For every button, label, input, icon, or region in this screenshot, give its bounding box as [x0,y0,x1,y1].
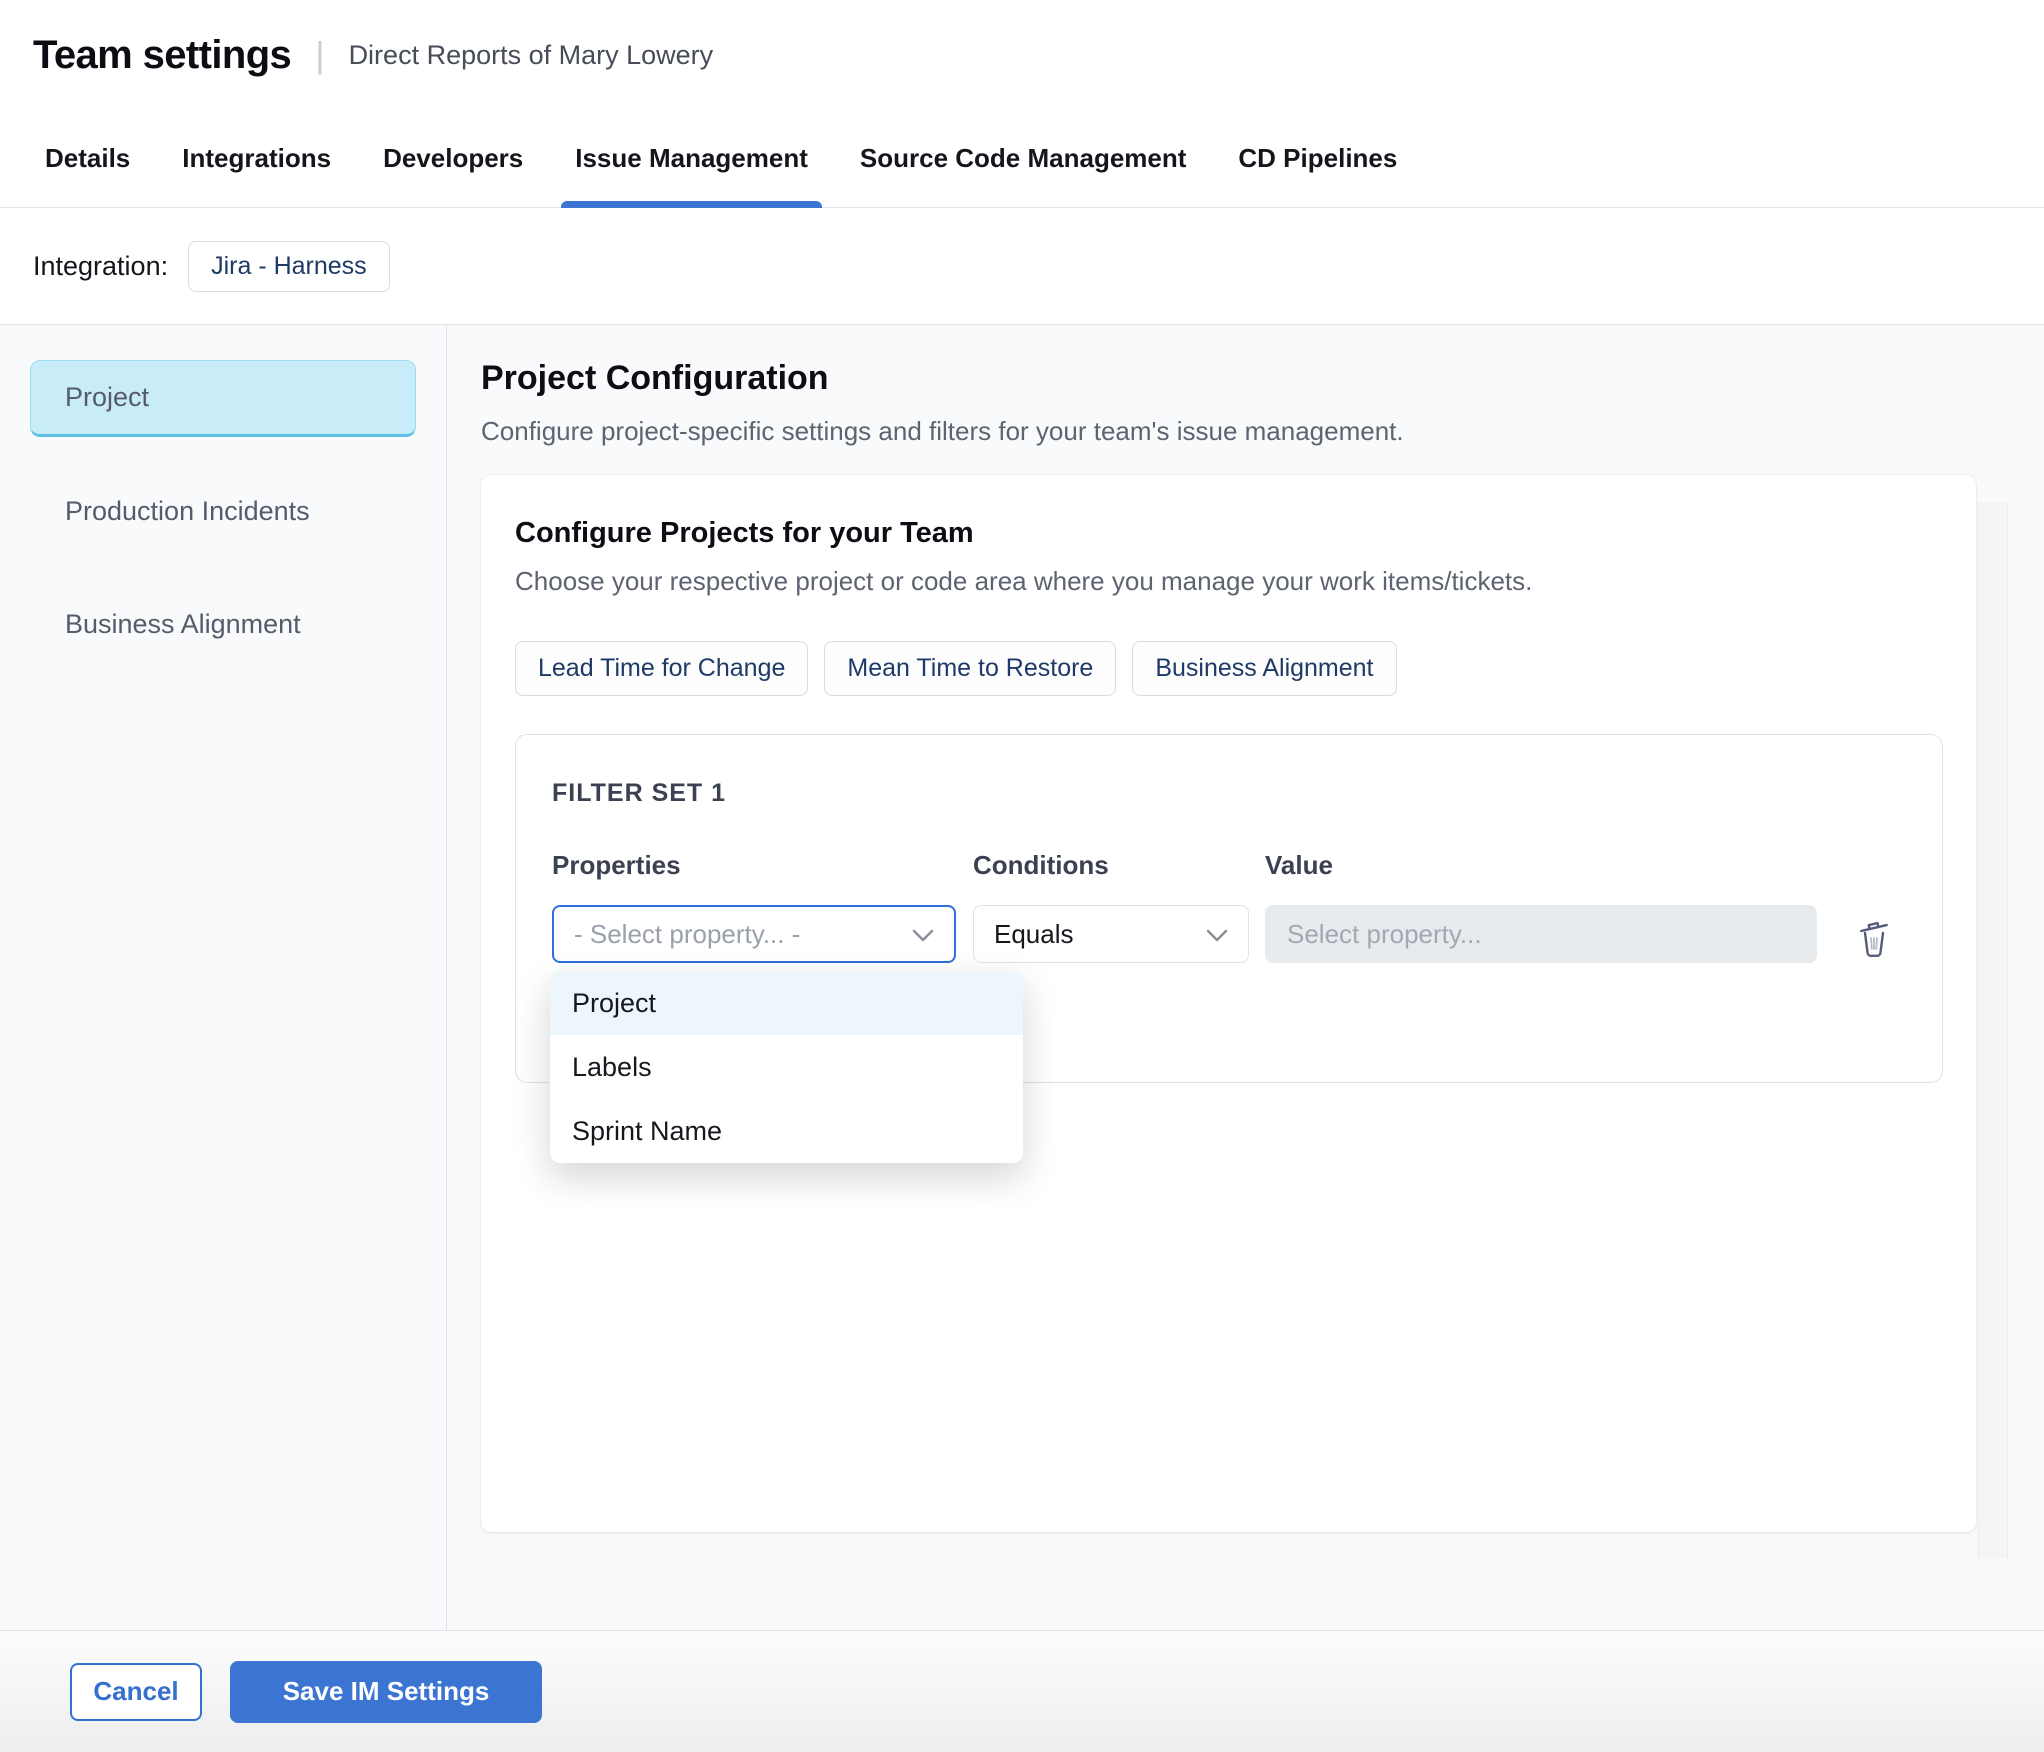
page-title: Team settings [33,32,292,77]
save-im-settings-button[interactable]: Save IM Settings [230,1660,542,1723]
main-panel: Project Configuration Configure project-… [447,325,2044,1630]
properties-dropdown: Project Labels Sprint Name [550,971,1023,1163]
page-subtitle: Direct Reports of Mary Lowery [348,39,714,70]
page-header: Team settings | Direct Reports of Mary L… [0,0,2044,110]
sidebar-item-business-alignment[interactable]: Business Alignment [30,586,416,663]
delete-filter-button[interactable] [1851,913,1897,968]
properties-column-label: Properties [552,850,681,880]
card-description: Choose your respective project or code a… [515,566,1533,596]
dropdown-option-project[interactable]: Project [550,971,1023,1035]
filter-set-title: FILTER SET 1 [552,779,727,807]
dropdown-option-labels[interactable]: Labels [550,1035,1023,1099]
filter-row: Properties - Select property... - Projec… [550,850,1906,1163]
properties-field: Properties - Select property... - Projec… [550,850,1023,1163]
dropdown-option-sprint-name[interactable]: Sprint Name [550,1099,1023,1163]
metric-chip-group: Lead Time for Change Mean Time to Restor… [515,641,1942,696]
configure-projects-card: Configure Projects for your Team Choose … [481,475,1976,1532]
conditions-select[interactable]: Equals [973,905,1249,963]
card-title: Configure Projects for your Team [515,517,974,549]
sidebar-item-label: Production Incidents [65,496,310,526]
tab-developers[interactable]: Developers [383,110,523,207]
tab-cd-pipelines[interactable]: CD Pipelines [1238,110,1397,207]
title-separator: | [315,34,325,75]
sidebar-item-label: Project [65,382,150,412]
conditions-select-value: Equals [994,918,1074,949]
value-column-label: Value [1265,850,1333,880]
conditions-field: Conditions Equals [973,850,1249,963]
conditions-column-label: Conditions [973,850,1109,880]
tab-bar: Details Integrations Developers Issue Ma… [0,110,2044,208]
settings-sidebar: Project Production Incidents Business Al… [0,325,447,1630]
value-input[interactable] [1265,905,1817,963]
content-area: Project Production Incidents Business Al… [0,325,2044,1630]
cancel-button[interactable]: Cancel [70,1662,202,1721]
section-subtitle: Configure project-specific settings and … [481,416,1404,446]
value-field: Value [1265,850,1817,963]
chip-business-alignment[interactable]: Business Alignment [1132,641,1397,696]
properties-select-placeholder: - Select property... - [574,918,801,949]
tab-source-code-management[interactable]: Source Code Management [860,110,1187,207]
filter-set-1: FILTER SET 1 Properties - Select propert… [515,734,1943,1163]
sidebar-item-production-incidents[interactable]: Production Incidents [30,473,416,550]
section-title: Project Configuration [481,359,829,397]
properties-select[interactable]: - Select property... - Project Labels Sp… [550,905,1023,1163]
chip-mean-time-to-restore[interactable]: Mean Time to Restore [824,641,1117,696]
tab-integrations[interactable]: Integrations [182,110,331,207]
sidebar-item-project[interactable]: Project [30,360,416,437]
integration-label: Integration: [33,250,169,281]
card-scrollbar[interactable] [1978,502,2008,1559]
tab-details[interactable]: Details [45,110,130,207]
trash-icon [1855,921,1893,964]
integration-chip[interactable]: Jira - Harness [188,240,390,292]
chevron-down-icon [1206,919,1228,950]
footer-action-bar: Cancel Save IM Settings [0,1630,2044,1752]
tab-issue-management[interactable]: Issue Management [561,110,822,208]
sidebar-item-label: Business Alignment [65,609,301,639]
chip-lead-time-for-change[interactable]: Lead Time for Change [515,641,809,696]
integration-row: Integration: Jira - Harness [0,208,2044,325]
chevron-down-icon [912,919,934,950]
